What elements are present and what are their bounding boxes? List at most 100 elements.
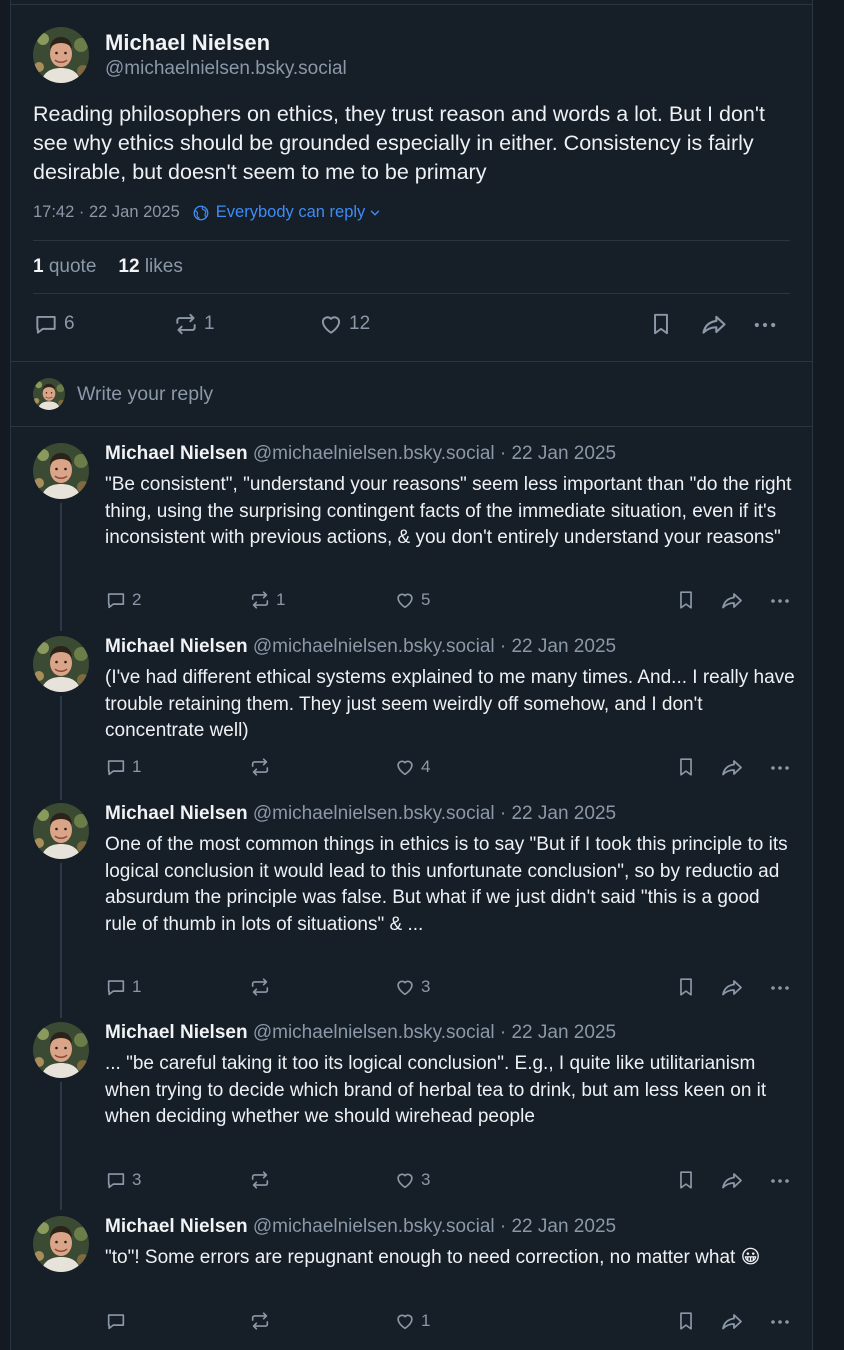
repost-icon <box>249 589 271 611</box>
share-button[interactable] <box>720 976 744 1000</box>
repost-icon <box>249 1310 271 1332</box>
more-icon <box>768 1310 792 1334</box>
more-options-button[interactable] <box>768 1169 792 1193</box>
repost-count: 1 <box>204 313 215 334</box>
repost-button[interactable] <box>249 976 276 998</box>
more-options-button[interactable] <box>768 589 792 613</box>
reply-actions: 2 1 5 <box>105 589 795 613</box>
reply-header: Michael Nielsen @michaelnielsen.bsky.soc… <box>105 636 616 658</box>
reply-author-name[interactable]: Michael Nielsen <box>105 1216 248 1237</box>
repost-icon <box>249 1169 271 1191</box>
reply-author-name[interactable]: Michael Nielsen <box>105 443 248 464</box>
avatar[interactable] <box>33 1022 89 1078</box>
reply-text: (I've had different ethical systems expl… <box>105 667 795 741</box>
avatar[interactable] <box>33 27 89 83</box>
bookmark-button[interactable] <box>675 1310 697 1332</box>
quotes-stat[interactable]: 1 quote <box>33 256 96 278</box>
bookmark-button[interactable] <box>675 976 697 998</box>
like-button[interactable]: 3 <box>394 1169 430 1191</box>
like-count: 12 <box>349 313 371 334</box>
globe-icon <box>193 205 209 220</box>
share-icon <box>720 1169 744 1193</box>
more-options-button[interactable] <box>768 1310 792 1334</box>
share-button[interactable] <box>700 311 728 339</box>
share-button[interactable] <box>720 589 744 613</box>
repost-button[interactable] <box>249 1169 276 1191</box>
bookmark-button[interactable] <box>675 589 697 611</box>
reply-button[interactable]: 1 <box>105 976 141 998</box>
reply-composer[interactable]: Write your reply <box>33 378 213 410</box>
like-button[interactable]: 4 <box>394 756 430 778</box>
reply-button[interactable] <box>105 1310 132 1332</box>
share-button[interactable] <box>720 1310 744 1334</box>
avatar[interactable] <box>33 1216 89 1272</box>
reply-text: ... "be careful taking it too its logica… <box>105 1053 767 1127</box>
heart-icon <box>318 311 344 337</box>
reply-button[interactable]: 1 <box>105 756 141 778</box>
reply-button[interactable]: 6 <box>33 311 75 337</box>
reply-author-name[interactable]: Michael Nielsen <box>105 636 248 657</box>
share-button[interactable] <box>720 1169 744 1193</box>
more-options-button[interactable] <box>768 756 792 780</box>
author-handle[interactable]: @michaelnielsen.bsky.social <box>105 58 347 80</box>
share-icon <box>720 976 744 1000</box>
like-count: 3 <box>421 977 431 996</box>
reply-author-name[interactable]: Michael Nielsen <box>105 1022 248 1043</box>
reply-settings-button[interactable]: Everybody can reply <box>192 203 389 222</box>
reply-header: Michael Nielsen @michaelnielsen.bsky.soc… <box>105 803 616 825</box>
likes-count: 12 <box>118 256 140 277</box>
bookmark-button[interactable] <box>675 756 697 778</box>
share-button[interactable] <box>720 756 744 780</box>
avatar[interactable] <box>33 636 89 692</box>
share-icon <box>700 311 728 339</box>
like-button[interactable]: 12 <box>318 311 370 337</box>
repost-button[interactable] <box>249 756 276 778</box>
repost-icon <box>173 311 199 337</box>
avatar[interactable] <box>33 803 89 859</box>
reply-text: "to"! Some errors are repugnant enough t… <box>105 1247 761 1268</box>
like-button[interactable]: 3 <box>394 976 430 998</box>
thread-line <box>60 696 62 800</box>
bookmark-button[interactable] <box>648 311 674 337</box>
bookmark-icon <box>675 1310 697 1332</box>
like-button[interactable]: 5 <box>394 589 430 611</box>
reply-author-name[interactable]: Michael Nielsen <box>105 803 248 824</box>
bookmark-button[interactable] <box>675 1169 697 1191</box>
author-name[interactable]: Michael Nielsen <box>105 30 270 56</box>
comment-icon <box>105 1310 127 1332</box>
comment-icon <box>105 1169 127 1191</box>
heart-icon <box>394 756 416 778</box>
more-options-button[interactable] <box>768 976 792 1000</box>
like-count: 4 <box>421 757 431 776</box>
more-icon <box>751 311 779 339</box>
comment-icon <box>105 589 127 611</box>
repost-icon <box>249 756 271 778</box>
bookmark-icon <box>675 589 697 611</box>
reply-button[interactable]: 3 <box>105 1169 141 1191</box>
repost-button[interactable]: 1 <box>173 311 215 337</box>
repost-button[interactable] <box>249 1310 276 1332</box>
heart-icon <box>394 1169 416 1191</box>
heart-icon <box>394 976 416 998</box>
more-icon <box>768 756 792 780</box>
more-options-button[interactable] <box>751 311 779 339</box>
thread-line <box>60 503 62 631</box>
reply-actions: 1 4 <box>105 756 795 780</box>
share-icon <box>720 1310 744 1334</box>
reply-handle-date: @michaelnielsen.bsky.social · 22 Jan 202… <box>252 636 617 657</box>
reply-button[interactable]: 2 <box>105 589 141 611</box>
like-button[interactable]: 1 <box>394 1310 430 1332</box>
bookmark-icon <box>648 311 674 337</box>
likes-label: likes <box>144 256 183 277</box>
reply-handle-date: @michaelnielsen.bsky.social · 22 Jan 202… <box>252 1216 617 1237</box>
post-actions: 6 1 12 <box>33 311 793 341</box>
post-stats: 1 quote 12 likes <box>33 256 183 278</box>
avatar[interactable] <box>33 443 89 499</box>
reply-count: 1 <box>132 977 142 996</box>
repost-button[interactable]: 1 <box>249 589 285 611</box>
likes-stat[interactable]: 12 likes <box>118 256 182 278</box>
reply-header: Michael Nielsen @michaelnielsen.bsky.soc… <box>105 443 616 465</box>
share-icon <box>720 589 744 613</box>
more-icon <box>768 589 792 613</box>
reply-input-placeholder: Write your reply <box>77 382 214 405</box>
